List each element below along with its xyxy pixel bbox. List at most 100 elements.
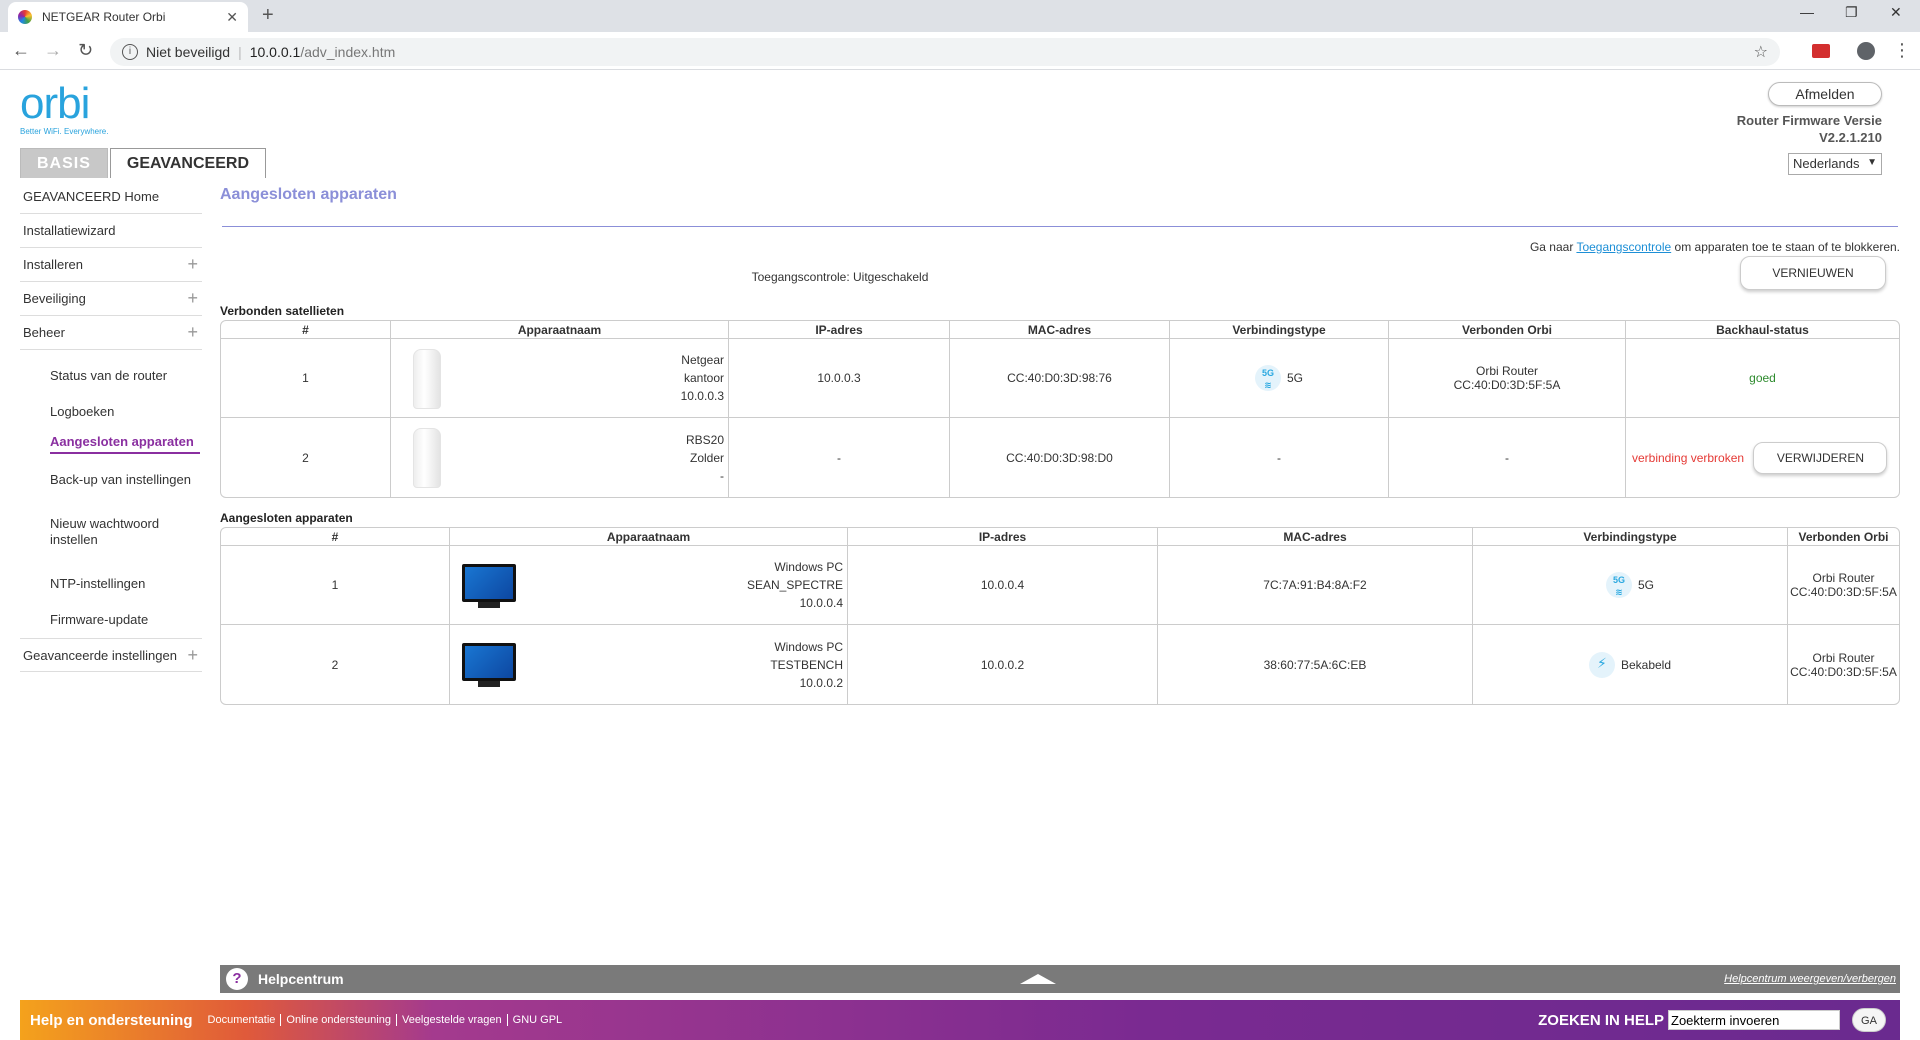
- menu-icon[interactable]: ⋮: [1893, 40, 1911, 61]
- back-icon[interactable]: ←: [12, 40, 30, 61]
- monitor-image: [462, 643, 516, 689]
- wifi-5g-icon: 5G ≋: [1254, 365, 1281, 391]
- help-center-bar[interactable]: ? Helpcentrum Helpcentrum weergeven/verb…: [220, 965, 1900, 993]
- satellites-heading: Verbonden satellieten: [220, 304, 345, 318]
- col-orbi: Verbonden Orbi: [1389, 321, 1626, 339]
- access-control-status: Toegangscontrole: Uitgeschakeld: [751, 270, 929, 284]
- search-go-button[interactable]: GA: [1852, 1008, 1886, 1032]
- browser-tabbar: NETGEAR Router Orbi ✕ + — ❐ ✕: [0, 0, 1920, 32]
- forward-icon[interactable]: →: [44, 40, 62, 61]
- address-bar[interactable]: i Niet beveiligd | 10.0.0.1 /adv_index.h…: [110, 38, 1780, 66]
- main-content: Aangesloten apparaten Ga naar Toegangsco…: [220, 180, 1900, 705]
- table-row: 1 Windows PC SEAN_SPECTRE 10.0.0.4 10.0.0.…: [221, 546, 1899, 625]
- sidebar: GEAVANCEERD Home Installatiewizard Insta…: [20, 180, 202, 672]
- minimize-icon[interactable]: —: [1800, 4, 1814, 20]
- col-ip: IP-adres: [848, 528, 1158, 546]
- table-row: 2 RBS20 Zolder - - CC:40:D0:3D:98:D0 - - v…: [221, 418, 1899, 497]
- satellites-table: # Apparaatnaam IP-adres MAC-adres Verbin…: [220, 320, 1900, 498]
- sub-ntp[interactable]: NTP-instellingen: [50, 576, 200, 592]
- table-header: # Apparaatnaam IP-adres MAC-adres Verbin…: [221, 528, 1899, 546]
- col-conn: Verbindingstype: [1473, 528, 1788, 546]
- remove-button[interactable]: VERWIJDEREN: [1753, 441, 1888, 474]
- language-select[interactable]: Nederlands ▼: [1788, 153, 1882, 175]
- tab-advanced[interactable]: GEAVANCEERD: [109, 148, 266, 178]
- sub-set-password[interactable]: Nieuw wachtwoord instellen: [50, 516, 200, 548]
- new-tab-icon[interactable]: +: [262, 4, 274, 27]
- access-control-link[interactable]: Toegangscontrole: [1576, 240, 1671, 254]
- reload-icon[interactable]: ↻: [78, 40, 93, 61]
- orbi-logo: orbi Better WiFi. Everywhere.: [20, 79, 109, 137]
- sub-logs[interactable]: Logboeken: [50, 404, 200, 420]
- link-documentation[interactable]: Documentatie: [203, 1014, 282, 1026]
- bookmark-star-icon[interactable]: ☆: [1754, 42, 1768, 62]
- tab-basic[interactable]: BASIS: [20, 148, 108, 178]
- devices-table: # Apparaatnaam IP-adres MAC-adres Verbin…: [220, 527, 1900, 705]
- sidebar-item-advanced-settings[interactable]: Geavanceerde instellingen +: [20, 638, 202, 672]
- ethernet-cable-icon: ⚡: [1588, 651, 1615, 678]
- support-footer: Help en ondersteuning Documentatie Onlin…: [20, 1000, 1900, 1040]
- search-label: ZOEKEN IN HELP: [1538, 1011, 1664, 1029]
- devices-heading: Aangesloten apparaten: [220, 511, 353, 525]
- link-gpl[interactable]: GNU GPL: [508, 1014, 568, 1026]
- separator: |: [238, 44, 242, 60]
- wifi-5g-icon: 5G ≋: [1605, 572, 1632, 598]
- col-mac: MAC-adres: [950, 321, 1170, 339]
- expand-icon: +: [187, 288, 198, 308]
- sidebar-item-setup[interactable]: Installeren +: [20, 248, 202, 282]
- sidebar-item-setup-wizard[interactable]: Installatiewizard: [20, 214, 202, 248]
- expand-icon: +: [187, 254, 198, 274]
- maximize-icon[interactable]: ❐: [1845, 4, 1858, 21]
- expand-icon: +: [187, 322, 198, 342]
- sidebar-item-advanced-home[interactable]: GEAVANCEERD Home: [20, 180, 202, 214]
- refresh-button[interactable]: VERNIEUWEN: [1740, 256, 1886, 290]
- table-row: 2 Windows PC TESTBENCH 10.0.0.2 10.0.0.2 3…: [221, 625, 1899, 704]
- col-backhaul: Backhaul-status: [1626, 321, 1899, 339]
- backhaul-status: verbinding verbroken: [1632, 450, 1745, 465]
- help-search: ZOEKEN IN HELP GA: [1538, 1008, 1886, 1032]
- satellite-image: [413, 428, 441, 488]
- support-title: Help en ondersteuning: [30, 1011, 193, 1029]
- link-online-support[interactable]: Online ondersteuning: [281, 1014, 397, 1026]
- tab-title: NETGEAR Router Orbi: [42, 10, 166, 24]
- logout-button[interactable]: Afmelden: [1768, 82, 1882, 106]
- help-toggle-link[interactable]: Helpcentrum weergeven/verbergen: [1724, 973, 1896, 985]
- help-search-input[interactable]: [1668, 1010, 1840, 1030]
- browser-tab[interactable]: NETGEAR Router Orbi ✕: [8, 2, 248, 32]
- close-window-icon[interactable]: ✕: [1890, 4, 1902, 21]
- link-faq[interactable]: Veelgestelde vragen: [397, 1014, 508, 1026]
- col-mac: MAC-adres: [1158, 528, 1473, 546]
- backhaul-status: goed: [1626, 339, 1899, 418]
- expand-up-icon[interactable]: [1020, 974, 1056, 984]
- sub-firmware-update[interactable]: Firmware-update: [50, 612, 200, 628]
- support-links: Documentatie Online ondersteuning Veelge…: [203, 1014, 568, 1026]
- url-path: /adv_index.htm: [300, 44, 396, 60]
- router-page: orbi Better WiFi. Everywhere. BASIS GEAV…: [0, 70, 1920, 1040]
- firmware-version: V2.2.1.210: [1819, 130, 1882, 145]
- satellite-image: [413, 349, 441, 409]
- monitor-image: [462, 564, 516, 610]
- url-host: 10.0.0.1: [249, 44, 301, 60]
- sub-backup[interactable]: Back-up van instellingen: [50, 472, 200, 488]
- sub-attached-devices[interactable]: Aangesloten apparaten: [50, 434, 200, 454]
- close-tab-icon[interactable]: ✕: [226, 9, 238, 26]
- title-divider: [222, 226, 1898, 227]
- col-device-name: Apparaatnaam: [450, 528, 848, 546]
- access-control-hint: Ga naar Toegangscontrole om apparaten to…: [1529, 240, 1900, 254]
- extension-icon[interactable]: [1812, 44, 1830, 58]
- col-number: #: [221, 528, 450, 546]
- table-row: 1 Netgear kantoor 10.0.0.3 10.0.0.3 CC:40:…: [221, 339, 1899, 418]
- expand-icon: +: [187, 644, 198, 665]
- sidebar-item-security[interactable]: Beveiliging +: [20, 282, 202, 316]
- col-device-name: Apparaatnaam: [391, 321, 729, 339]
- header-right: Afmelden Router Firmware Versie V2.2.1.2…: [1737, 82, 1882, 175]
- profile-icon[interactable]: [1857, 42, 1875, 60]
- col-ip: IP-adres: [729, 321, 950, 339]
- page-title: Aangesloten apparaten: [220, 186, 397, 203]
- main-tabs: BASIS GEAVANCEERD: [20, 148, 268, 178]
- sub-router-status[interactable]: Status van de router: [50, 368, 200, 384]
- info-icon[interactable]: i: [122, 44, 138, 60]
- sidebar-item-admin[interactable]: Beheer +: [20, 316, 202, 350]
- col-number: #: [221, 321, 391, 339]
- help-icon: ?: [226, 968, 248, 990]
- col-conn: Verbindingstype: [1170, 321, 1389, 339]
